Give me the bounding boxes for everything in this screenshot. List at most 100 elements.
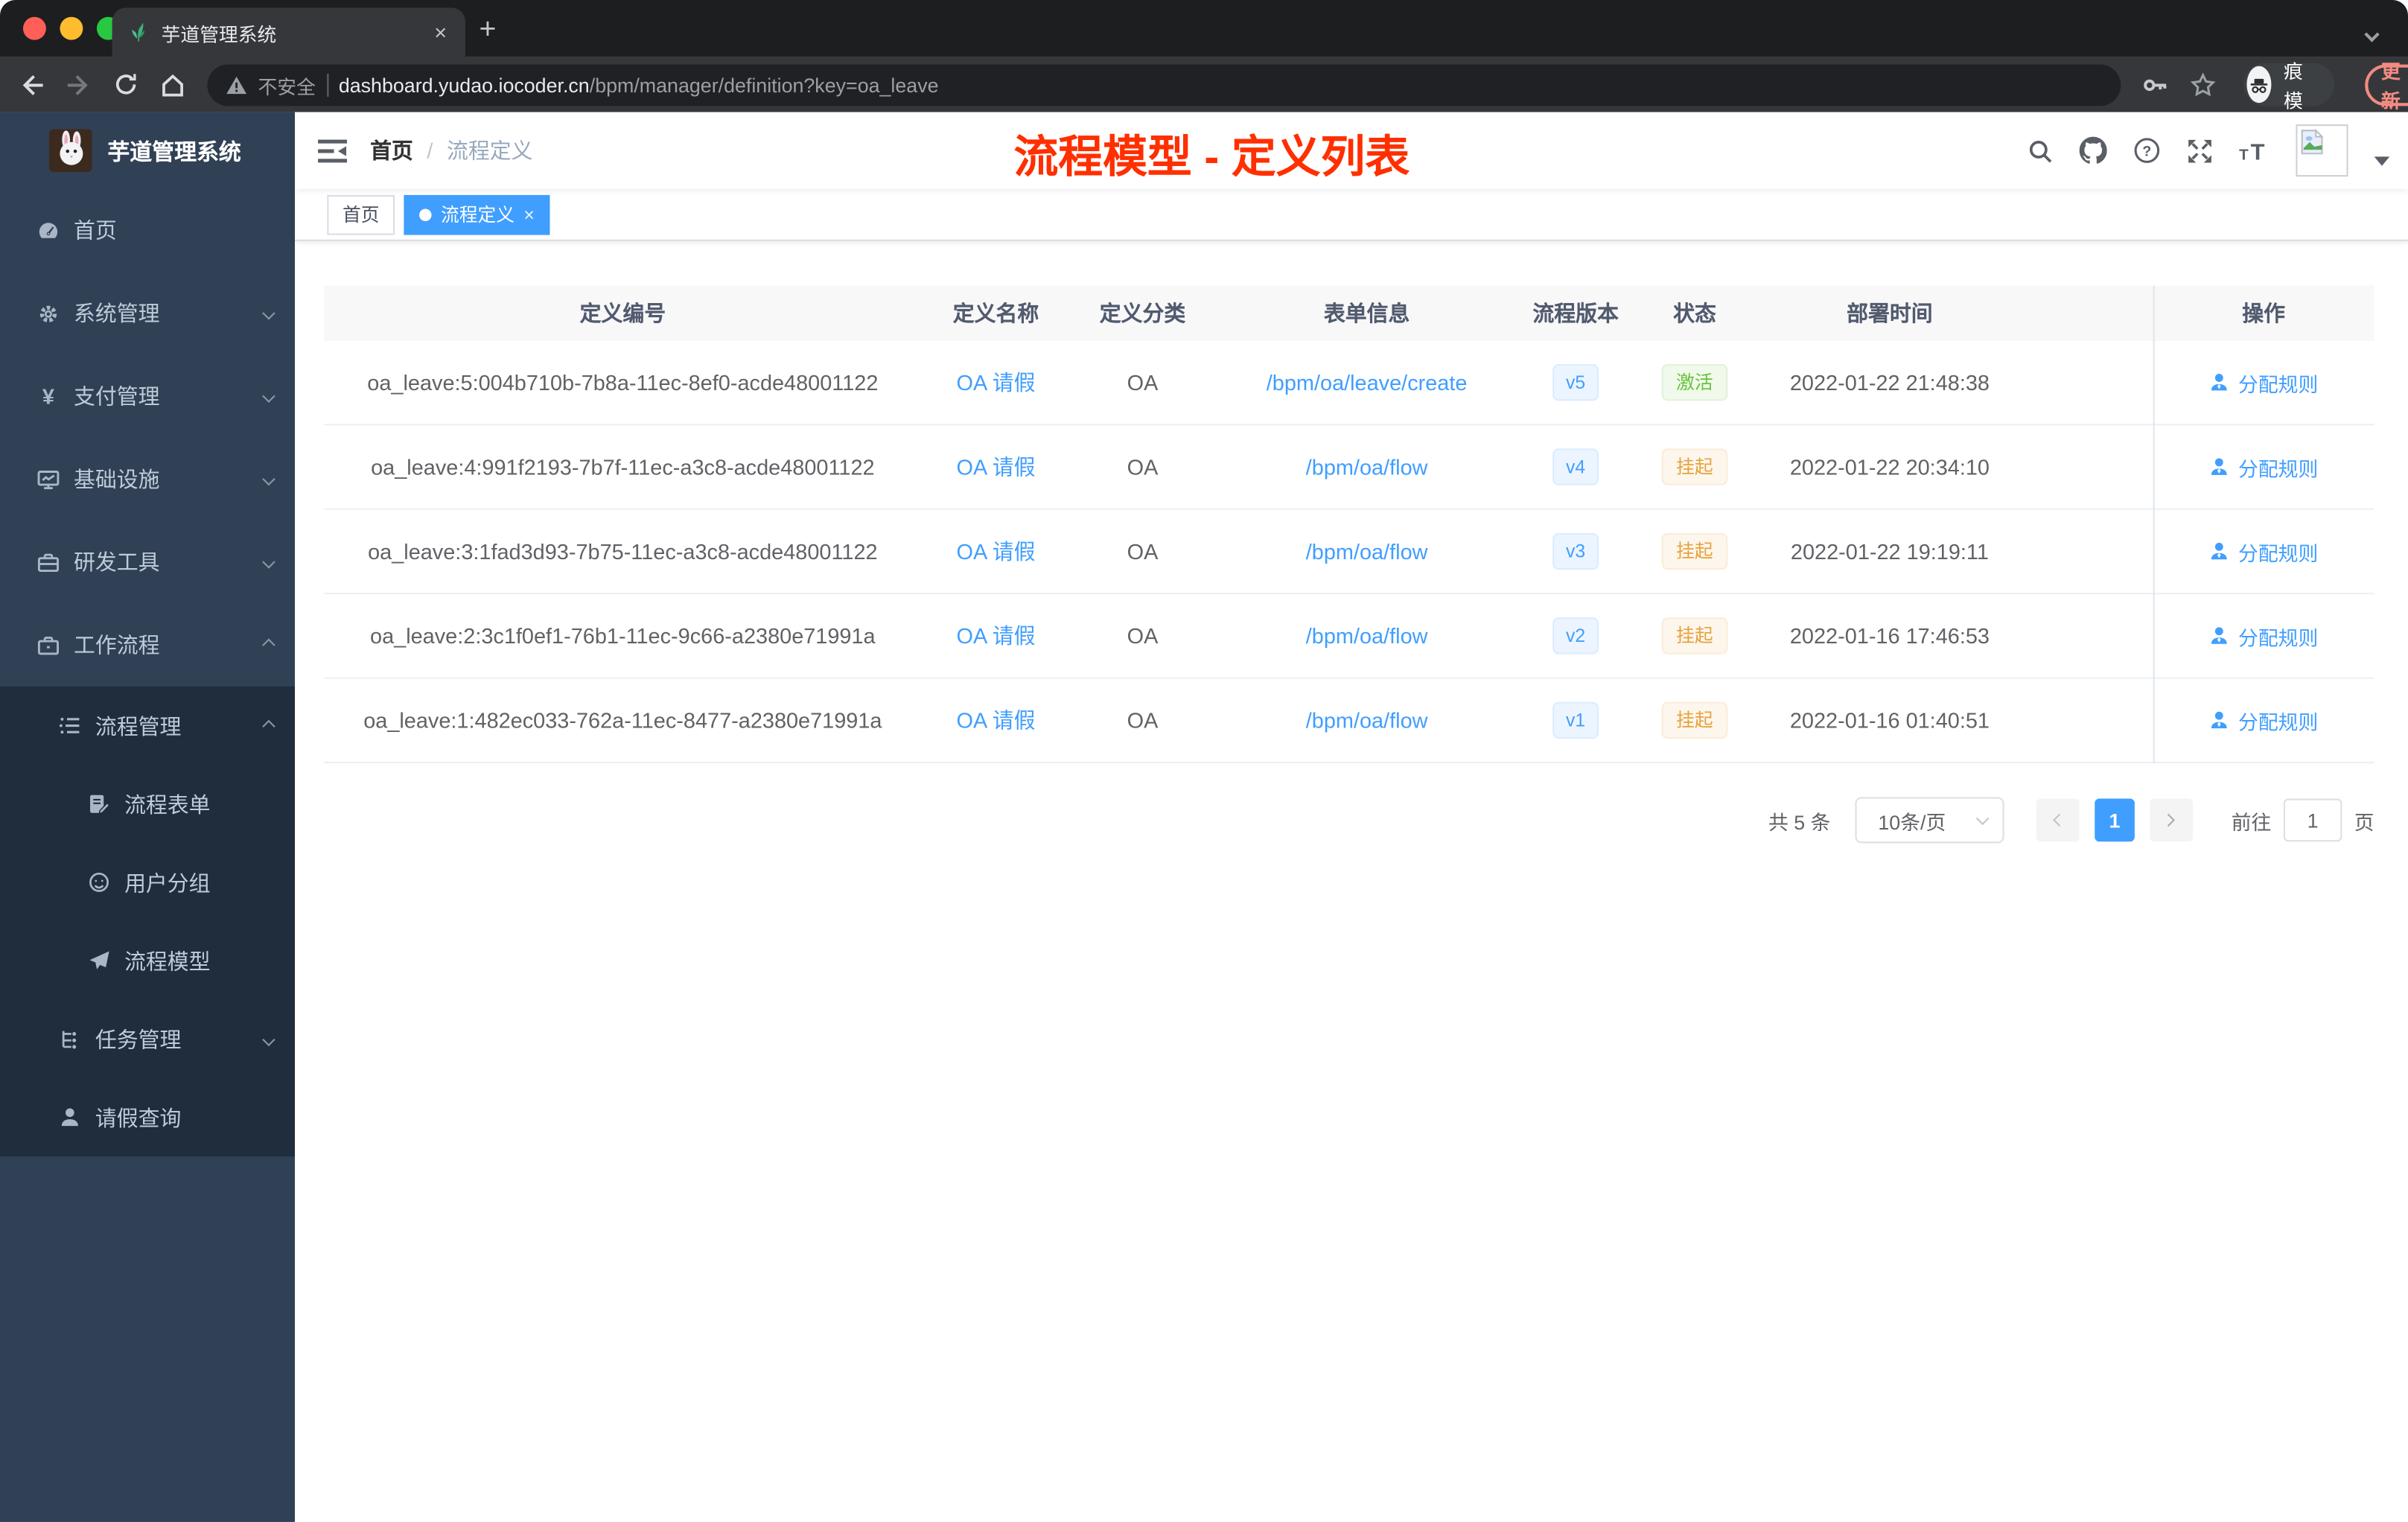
sidebar-item-payment[interactable]: ¥ 支付管理	[0, 354, 295, 437]
sidebar-item-label: 支付管理	[74, 383, 160, 409]
update-button[interactable]: 更新	[2364, 62, 2408, 112]
chevron-up-icon	[262, 638, 275, 652]
page-number-1[interactable]: 1	[2095, 798, 2135, 842]
form-info-link[interactable]: /bpm/oa/flow	[1306, 623, 1428, 648]
avatar-caret-icon[interactable]	[2374, 156, 2390, 166]
sidebar-item-process-model[interactable]: 流程模型	[0, 922, 295, 1000]
form-info-link[interactable]: /bpm/oa/leave/create	[1267, 370, 1468, 395]
goto-page-input[interactable]	[2283, 798, 2342, 842]
app-navbar: 首页 / 流程定义 流程模型 - 定义列表 ? T T	[295, 112, 2408, 189]
sidebar-item-task-management[interactable]: 任务管理	[0, 1000, 295, 1078]
update-label[interactable]: 更新	[2381, 55, 2401, 113]
close-window-button[interactable]	[22, 16, 46, 40]
url-text[interactable]: dashboard.yudao.iocoder.cn/bpm/manager/d…	[339, 73, 939, 96]
sidebar-item-label: 流程管理	[95, 713, 182, 739]
version-badge: v3	[1552, 532, 1599, 570]
definition-category: OA	[1127, 538, 1159, 564]
minimize-window-button[interactable]	[60, 16, 83, 40]
app-title: 芋道管理系统	[107, 140, 241, 165]
sidebar-item-label: 请假查询	[95, 1104, 182, 1130]
tag-close-icon[interactable]: ×	[523, 205, 534, 223]
home-icon[interactable]	[160, 71, 186, 98]
browser-tab[interactable]: 芋道管理系统 ×	[112, 7, 465, 57]
definition-category: OA	[1127, 707, 1159, 733]
reload-icon[interactable]	[114, 72, 138, 97]
assign-rule-link[interactable]: 分配规则	[2209, 452, 2318, 481]
sidebar-item-leave-query[interactable]: 请假查询	[0, 1078, 295, 1156]
password-key-icon[interactable]	[2142, 71, 2168, 98]
column-header: 流程版本	[1532, 301, 1619, 326]
sidebar-item-dev-tools[interactable]: 研发工具	[0, 520, 295, 603]
tab-title: 芋道管理系统	[161, 23, 277, 45]
assign-rule-label: 分配规则	[2238, 372, 2319, 396]
tab-close-icon[interactable]: ×	[431, 22, 450, 43]
url-divider	[326, 72, 328, 96]
definition-id: oa_leave:1:482ec033-762a-11ec-8477-a2380…	[363, 707, 882, 733]
tag-home[interactable]: 首页	[327, 194, 395, 235]
assign-rule-link[interactable]: 分配规则	[2209, 537, 2318, 566]
forward-icon[interactable]	[66, 71, 92, 98]
tab-search-caret-icon[interactable]	[2364, 20, 2380, 48]
sidebar: 芋道管理系统 首页 系统管理 ¥ 支付管理 基础设施 研发工具 工作流程 流程管…	[0, 112, 295, 1522]
screenshot-stage: 芋道管理系统 × + 不安全 dashboard.yudao.iocoder.c…	[0, 0, 2408, 1522]
sidebar-item-home[interactable]: 首页	[0, 189, 295, 272]
sidebar-item-process-form[interactable]: 流程表单	[0, 765, 295, 843]
github-icon[interactable]	[2079, 136, 2107, 165]
deploy-time: 2022-01-22 19:19:11	[1790, 538, 1989, 564]
assign-rule-link[interactable]: 分配规则	[2209, 706, 2318, 735]
form-info-link[interactable]: /bpm/oa/flow	[1306, 708, 1428, 733]
svg-text:T: T	[2239, 145, 2249, 162]
sidebar-item-label: 流程表单	[124, 792, 211, 817]
version-badge: v1	[1552, 701, 1599, 739]
sidebar-item-system[interactable]: 系统管理	[0, 272, 295, 354]
fullscreen-icon[interactable]	[2187, 138, 2213, 164]
table-row: oa_leave:4:991f2193-7b7f-11ec-a3c8-acde4…	[324, 425, 2374, 510]
table-row: oa_leave:5:004b710b-7b8a-11ec-8ef0-acde4…	[324, 340, 2374, 426]
sidebar-item-process-management[interactable]: 流程管理	[0, 687, 295, 765]
help-icon[interactable]: ?	[2133, 137, 2161, 165]
url-bar[interactable]: 不安全 dashboard.yudao.iocoder.cn/bpm/manag…	[207, 63, 2121, 106]
definition-id: oa_leave:3:1fad3d93-7b75-11ec-a3c8-acde4…	[368, 538, 878, 564]
bookmark-star-icon[interactable]	[2190, 71, 2216, 98]
breadcrumb-home[interactable]: 首页	[370, 136, 413, 166]
definition-name-link[interactable]: OA 请假	[957, 620, 1036, 651]
definition-name-link[interactable]: OA 请假	[957, 367, 1036, 398]
new-tab-button[interactable]: +	[480, 14, 497, 48]
user-icon	[2211, 458, 2228, 475]
user-icon	[2211, 627, 2228, 644]
assign-rule-link[interactable]: 分配规则	[2209, 621, 2318, 650]
not-secure-label[interactable]: 不安全	[258, 70, 316, 99]
yen-icon: ¥	[42, 383, 54, 409]
sidebar-item-label: 用户分组	[124, 870, 211, 895]
incognito-badge: 无痕模式	[2243, 32, 2334, 141]
assign-rule-label: 分配规则	[2238, 456, 2319, 480]
tag-process-definition[interactable]: 流程定义 ×	[404, 194, 550, 235]
search-icon[interactable]	[2028, 138, 2054, 164]
prev-page-button[interactable]	[2036, 798, 2080, 842]
back-icon[interactable]	[19, 71, 45, 98]
sidebar-item-user-group[interactable]: 用户分组	[0, 843, 295, 921]
sidebar-item-infrastructure[interactable]: 基础设施	[0, 438, 295, 520]
definition-table: 定义编号 定义名称 定义分类 表单信息 流程版本 状态 部署时间 操作 oa_l…	[324, 285, 2374, 764]
definition-id: oa_leave:2:3c1f0ef1-76b1-11ec-9c66-a2380…	[370, 623, 876, 649]
definition-name-link[interactable]: OA 请假	[957, 705, 1036, 736]
chevron-down-icon	[262, 472, 275, 486]
font-size-icon[interactable]: TT	[2239, 138, 2270, 163]
window-controls[interactable]	[22, 16, 120, 40]
sidebar-item-workflow[interactable]: 工作流程	[0, 604, 295, 687]
avatar[interactable]	[2296, 124, 2348, 177]
page-size-select[interactable]: 10条/页	[1855, 797, 2004, 844]
pagination: 共 5 条 10条/页 1 前往 页	[324, 797, 2374, 844]
sidebar-logo[interactable]: 芋道管理系统	[0, 112, 295, 189]
form-info-link[interactable]: /bpm/oa/flow	[1306, 455, 1428, 480]
form-info-link[interactable]: /bpm/oa/flow	[1306, 539, 1428, 564]
definition-name-link[interactable]: OA 请假	[957, 451, 1036, 482]
send-icon	[88, 949, 111, 972]
assign-rule-link[interactable]: 分配规则	[2209, 368, 2318, 397]
definition-name-link[interactable]: OA 请假	[957, 536, 1036, 567]
sidebar-toggle-icon[interactable]	[295, 112, 370, 189]
next-page-button[interactable]	[2150, 798, 2194, 842]
main-content: 定义编号 定义名称 定义分类 表单信息 流程版本 状态 部署时间 操作 oa_l…	[295, 241, 2408, 1522]
assign-rule-label: 分配规则	[2238, 710, 2319, 733]
dashboard-icon	[37, 219, 60, 242]
